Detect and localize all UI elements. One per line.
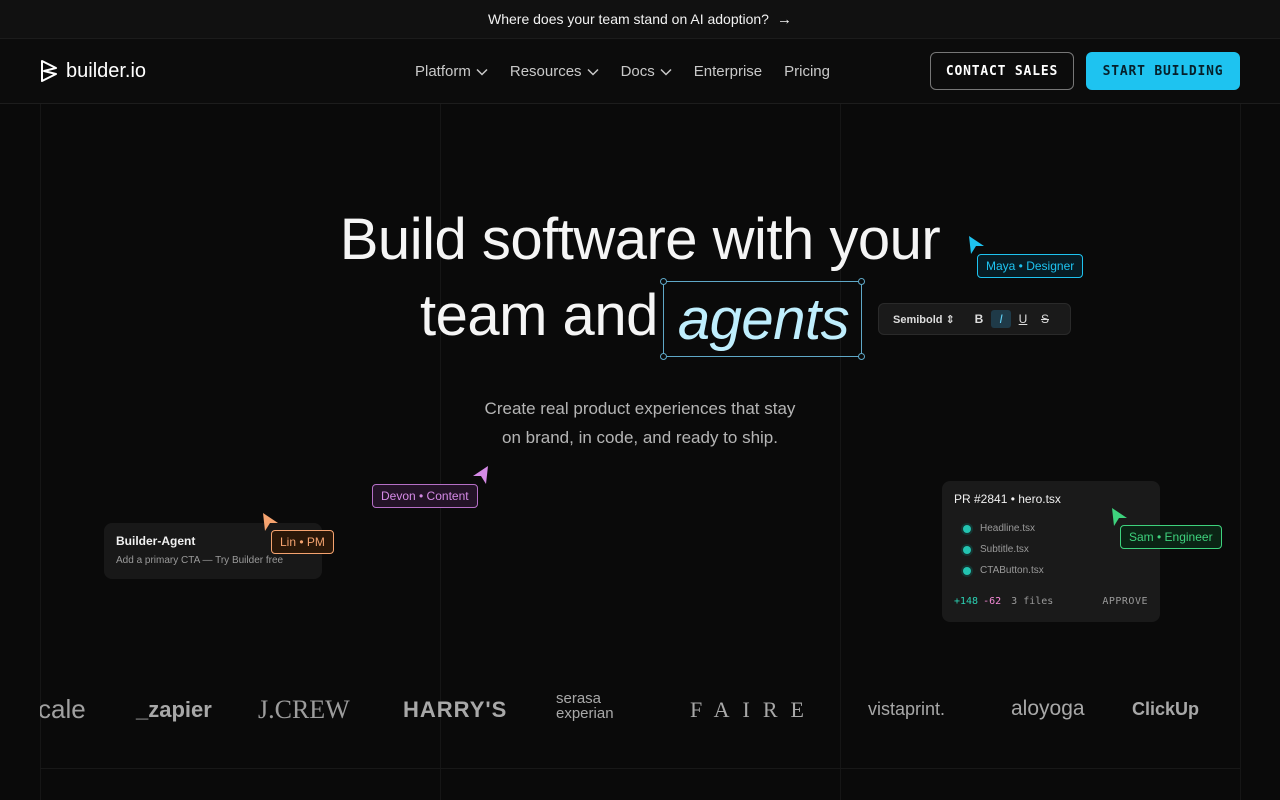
- page: Where does your team stand on AI adoptio…: [0, 0, 1280, 800]
- pr-deletions: -62: [983, 596, 1002, 607]
- menu-item-platform[interactable]: Platform: [415, 63, 488, 80]
- pr-file-name: Headline.tsx: [980, 523, 1036, 534]
- menu-label: Resources: [509, 63, 582, 80]
- chevron-down-icon: [476, 68, 488, 76]
- menu-label: Pricing: [784, 63, 830, 80]
- pr-file-item: CTAButton.tsx: [963, 565, 1044, 576]
- subtitle-line: Create real product experiences that sta…: [484, 399, 796, 418]
- menu-label: Docs: [620, 63, 655, 80]
- resize-handle[interactable]: [858, 353, 865, 360]
- menu-label: Platform: [415, 63, 471, 80]
- hero-subtitle: Create real product experiences that sta…: [0, 394, 1280, 452]
- chevron-down-icon: [660, 68, 672, 76]
- menu-item-resources[interactable]: Resources: [510, 63, 599, 80]
- pr-file-count: 3 files: [1011, 596, 1054, 607]
- logo-faire: FAIRE: [690, 697, 817, 722]
- pr-title: PR #2841 • hero.tsx: [954, 492, 1061, 506]
- menu-label: Enterprise: [693, 63, 763, 80]
- top-nav: builder.io Platform Resources Docs Enter…: [0, 39, 1280, 104]
- status-dot-icon: [963, 524, 971, 533]
- logo-jcrew: J.CREW: [258, 695, 350, 724]
- logo-text: builder.io: [66, 59, 147, 82]
- subtitle-line: on brand, in code, and ready to ship.: [502, 428, 778, 447]
- customer-logo-strip: cale _zapier J.CREW HARRY'S serasa exper…: [40, 685, 1240, 737]
- grid-line: [40, 768, 1240, 769]
- cursor-icon: [473, 466, 488, 484]
- underline-button[interactable]: U: [1013, 310, 1033, 328]
- text-format-toolbar: Semibold ⇕ B I U S: [878, 303, 1071, 335]
- bold-button[interactable]: B: [969, 310, 989, 328]
- highlighted-word: agents: [677, 287, 850, 352]
- collaborator-tag-maya: Maya • Designer: [977, 254, 1084, 278]
- menu-item-enterprise[interactable]: Enterprise: [694, 63, 762, 80]
- announcement-bar[interactable]: Where does your team stand on AI adoptio…: [0, 0, 1280, 39]
- pr-file-item: Headline.tsx: [963, 523, 1035, 534]
- start-building-button[interactable]: START BUILDING: [1086, 52, 1240, 90]
- main-menu: Platform Resources Docs Enterprise Prici…: [415, 63, 830, 80]
- logo-scale: cale: [40, 694, 86, 724]
- agent-card-message: Add a primary CTA — Try Builder free: [116, 555, 284, 566]
- pr-card[interactable]: PR #2841 • hero.tsx Headline.tsx Subtitl…: [942, 481, 1160, 622]
- logo[interactable]: builder.io: [40, 59, 146, 83]
- builder-logo-icon: [41, 60, 57, 82]
- resize-handle[interactable]: [660, 353, 667, 360]
- arrow-right-icon: →: [776, 10, 792, 28]
- menu-item-docs[interactable]: Docs: [621, 63, 672, 80]
- logo-harrys: HARRY'S: [403, 697, 508, 722]
- pr-file-item: Subtitle.tsx: [963, 544, 1029, 555]
- menu-item-pricing[interactable]: Pricing: [784, 63, 830, 80]
- collaborator-tag-devon: Devon • Content: [372, 484, 478, 508]
- logo-serasa-experian: serasa experian: [556, 690, 614, 722]
- hero-headline-line1: Build software with your: [339, 207, 941, 272]
- collaborator-tag-lin: Lin • PM: [271, 530, 334, 554]
- strikethrough-button[interactable]: S: [1035, 310, 1055, 328]
- status-dot-icon: [963, 566, 971, 575]
- font-weight-select[interactable]: Semibold ⇕: [893, 313, 969, 326]
- cursor-icon: [969, 236, 984, 254]
- resize-handle[interactable]: [858, 278, 865, 285]
- pr-file-name: CTAButton.tsx: [980, 565, 1044, 576]
- announcement-text: Where does your team stand on AI adoptio…: [488, 11, 769, 27]
- logo-clickup: ClickUp: [1132, 699, 1200, 719]
- cursor-icon: [263, 513, 278, 531]
- hero-headline-line2: team and: [420, 283, 658, 348]
- status-dot-icon: [963, 545, 971, 554]
- resize-handle[interactable]: [660, 278, 667, 285]
- approve-button[interactable]: APPROVE: [1102, 596, 1148, 607]
- selected-word-box[interactable]: agents: [660, 278, 865, 360]
- collaborator-tag-sam: Sam • Engineer: [1120, 525, 1222, 549]
- cursor-icon: [1112, 508, 1127, 526]
- pr-additions: +148: [954, 596, 979, 607]
- logo-zapier: _zapier: [136, 697, 212, 722]
- chevron-down-icon: [587, 68, 599, 76]
- italic-button[interactable]: I: [991, 310, 1011, 328]
- logo-aloyoga: aloyoga: [1011, 697, 1085, 720]
- pr-file-name: Subtitle.tsx: [980, 544, 1029, 555]
- contact-sales-button[interactable]: CONTACT SALES: [930, 52, 1074, 90]
- pr-footer: +148 -62 3 files APPROVE: [954, 596, 1154, 607]
- logo-vistaprint: vistaprint.: [868, 699, 946, 719]
